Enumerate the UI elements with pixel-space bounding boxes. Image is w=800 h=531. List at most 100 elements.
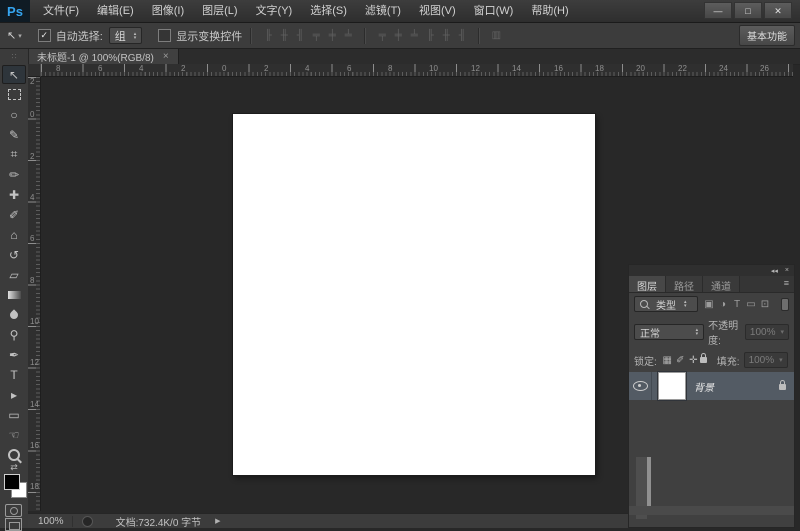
filter-toggle-icon[interactable] [781, 298, 789, 311]
quick-selection-tool[interactable]: ✎ [2, 125, 26, 144]
lock-image-pixels-icon[interactable]: ✐ [674, 355, 687, 366]
auto-select-checkbox[interactable]: ✓ [38, 29, 51, 42]
tab-close-icon[interactable]: × [163, 51, 169, 62]
menu-type[interactable]: 文字(Y) [247, 0, 302, 22]
lock-all-icon[interactable] [700, 357, 707, 363]
opacity-dropdown[interactable]: 100% ▾ [745, 324, 789, 340]
ruler-label: 14 [30, 400, 39, 409]
menu-file[interactable]: 文件(F) [34, 0, 88, 22]
workspace-switcher-button[interactable]: 基本功能 [739, 25, 795, 46]
ruler-label: 16 [30, 441, 39, 450]
eyedropper-tool[interactable]: ✏ [2, 165, 26, 184]
close-button[interactable]: ✕ [764, 2, 792, 19]
foreground-color-swatch[interactable] [4, 474, 20, 490]
menu-image[interactable]: 图像(I) [143, 0, 193, 22]
fill-dropdown[interactable]: 100% ▾ [744, 352, 788, 368]
brush-tool[interactable]: ✐ [2, 205, 26, 224]
distribute-bottom-icon[interactable]: ╧ [406, 30, 422, 41]
shape-tool[interactable]: ▭ [2, 405, 26, 424]
filter-type-layers-icon[interactable]: T [730, 299, 744, 310]
ruler-label: 10 [429, 64, 438, 73]
auto-select-dropdown[interactable]: 组 ▴▾ [109, 27, 143, 44]
quick-mask-mode-icon[interactable] [5, 504, 22, 517]
panel-menu-icon[interactable]: ≡ [779, 276, 794, 292]
eraser-tool[interactable]: ▱ [2, 265, 26, 284]
collapse-panel-icon[interactable]: ◂◂ [771, 267, 778, 275]
align-h-center-icon[interactable]: ╫ [276, 30, 292, 41]
menu-edit[interactable]: 编辑(E) [88, 0, 143, 22]
align-bottom-icon[interactable]: ╧ [340, 30, 356, 41]
pen-tool[interactable]: ✒ [2, 345, 26, 364]
lock-buttons: ▦✐✛ [661, 355, 707, 366]
blur-tool[interactable] [2, 305, 26, 324]
distribute-h-center-icon[interactable]: ╫ [438, 30, 454, 41]
menu-view[interactable]: 视图(V) [410, 0, 465, 22]
blend-mode-dropdown[interactable]: 正常 ▴▾ [634, 324, 704, 340]
crop-tool[interactable]: ⌗ [2, 145, 26, 164]
show-transform-checkbox[interactable] [158, 29, 171, 42]
move-tool[interactable]: ↖ [2, 65, 26, 84]
menu-filter[interactable]: 滤镜(T) [356, 0, 410, 22]
layer-row-background[interactable]: 背景 [629, 372, 794, 400]
swap-colors-icon[interactable]: ⇄ [0, 462, 28, 473]
horizontal-ruler[interactable]: 864202468101214161820222426 [41, 64, 793, 77]
menu-select[interactable]: 选择(S) [301, 0, 356, 22]
toolbox-grip-icon[interactable]: ∷ [0, 49, 28, 64]
title-bar: Ps 文件(F)编辑(E)图像(I)图层(L)文字(Y)选择(S)滤镜(T)视图… [0, 0, 800, 23]
tab-channels[interactable]: 通道 [703, 276, 740, 292]
healing-brush-tool[interactable]: ✚ [2, 185, 26, 204]
align-left-icon[interactable]: ╟ [260, 30, 276, 41]
layer-name[interactable]: 背景 [694, 379, 714, 394]
filter-pixel-layers-icon[interactable]: ▣ [702, 299, 716, 310]
menu-window[interactable]: 窗口(W) [465, 0, 523, 22]
align-top-icon[interactable]: ╤ [308, 30, 324, 41]
distribute-v-center-icon[interactable]: ╪ [390, 30, 406, 41]
history-brush-tool[interactable]: ↺ [2, 245, 26, 264]
zoom-level-field[interactable]: 100% [28, 516, 73, 527]
move-tool-preset[interactable]: ↖ ▾ [7, 29, 22, 42]
distribute-left-icon[interactable]: ╟ [422, 30, 438, 41]
status-options-icon[interactable]: ▶ [215, 517, 220, 525]
filter-shape-layers-icon[interactable]: ▭ [744, 299, 758, 310]
blend-mode-value: 正常 [640, 325, 660, 340]
ruler-label: 16 [554, 64, 563, 73]
lock-transparent-pixels-icon[interactable]: ▦ [661, 355, 674, 366]
tab-paths[interactable]: 路径 [666, 276, 703, 292]
document-tab[interactable]: 未标题-1 @ 100%(RGB/8) × [28, 49, 179, 64]
lock-position-icon[interactable]: ✛ [687, 355, 700, 366]
align-right-icon[interactable]: ╢ [292, 30, 308, 41]
dodge-tool[interactable]: ⚲ [2, 325, 26, 344]
ruler-label: 8 [30, 276, 34, 285]
ruler-label: 20 [636, 64, 645, 73]
type-tool[interactable]: T [2, 365, 26, 384]
layer-visibility-icon[interactable] [633, 381, 648, 391]
filter-smart-objects-icon[interactable]: ⊡ [758, 299, 772, 310]
screen-mode-icon[interactable] [5, 518, 22, 531]
stepper-icon: ▴▾ [134, 32, 137, 40]
lasso-tool[interactable]: ○ [2, 105, 26, 124]
canvas[interactable] [233, 114, 595, 475]
filter-type-dropdown[interactable]: 类型 ▴▾ [634, 296, 698, 312]
menu-help[interactable]: 帮助(H) [522, 0, 577, 22]
document-title: 未标题-1 @ 100%(RGB/8) [37, 49, 154, 64]
hand-tool[interactable]: ☜ [2, 425, 26, 444]
distribute-right-icon[interactable]: ╢ [454, 30, 470, 41]
ruler-origin-corner[interactable] [28, 64, 41, 77]
minimize-button[interactable]: — [704, 2, 732, 19]
vertical-ruler[interactable]: 2024681012141618 [28, 77, 41, 511]
close-panel-icon[interactable]: × [785, 267, 789, 274]
align-buttons: ╟╫╢╤╪╧ [260, 30, 356, 41]
rectangular-marquee-tool[interactable] [2, 85, 26, 104]
tab-layers[interactable]: 图层 [629, 276, 666, 292]
filter-adjustment-layers-icon[interactable]: ◑ [716, 299, 730, 310]
clone-stamp-tool[interactable]: ⌂ [2, 225, 26, 244]
auto-align-icon[interactable]: ▥ [488, 30, 504, 41]
maximize-button[interactable]: □ [734, 2, 762, 19]
layer-thumbnail[interactable] [658, 372, 686, 400]
align-v-center-icon[interactable]: ╪ [324, 30, 340, 41]
menu-layer[interactable]: 图层(L) [193, 0, 246, 22]
distribute-top-icon[interactable]: ╤ [374, 30, 390, 41]
layer-filter-row: 类型 ▴▾ ▣◑T▭⊡ [629, 293, 794, 314]
path-selection-tool[interactable]: ▸ [2, 385, 26, 404]
gradient-tool[interactable] [2, 285, 26, 304]
